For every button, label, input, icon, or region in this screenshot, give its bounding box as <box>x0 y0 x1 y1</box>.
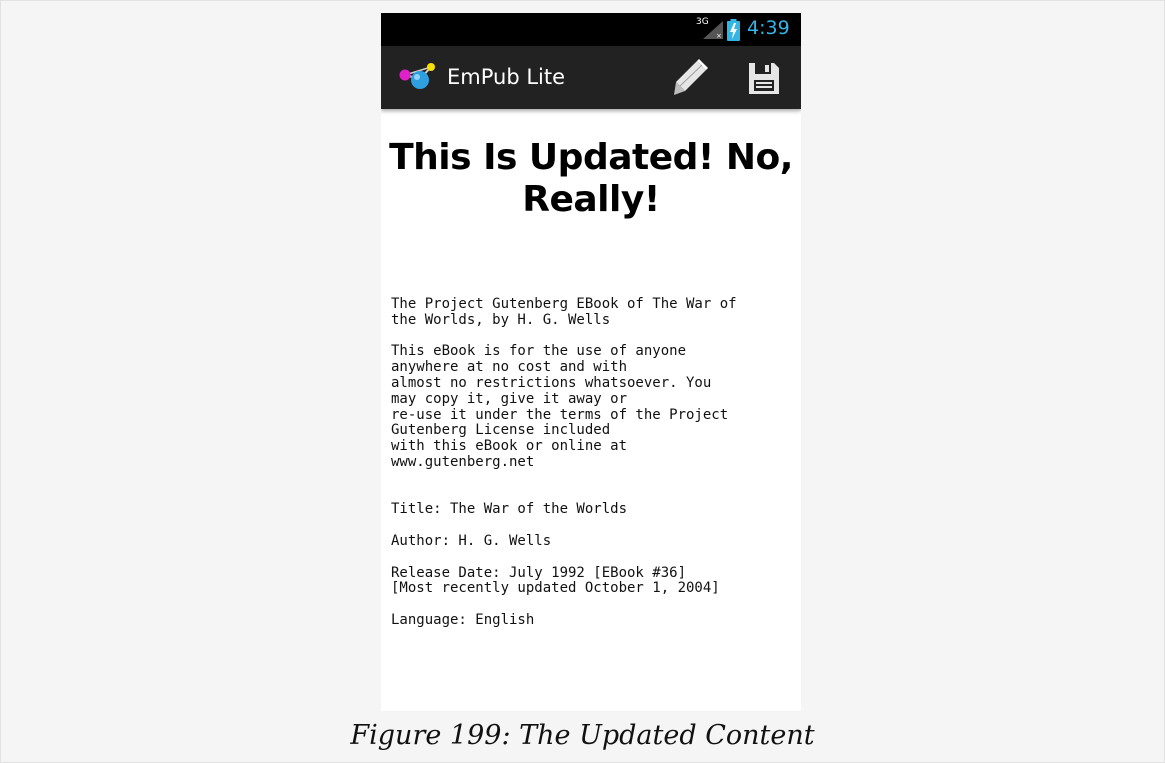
app-logo-icon <box>399 63 435 89</box>
page-title: This Is Updated! No, Really! <box>389 137 793 220</box>
figure-caption: Figure 199: The Updated Content <box>350 720 815 751</box>
clock: 4:39 <box>747 17 790 39</box>
battery-charging-icon <box>727 19 740 41</box>
action-bar: EmPub Lite <box>381 46 801 109</box>
edit-button[interactable] <box>671 58 711 98</box>
svg-text:×: × <box>716 32 722 39</box>
book-text: The Project Gutenberg EBook of The War o… <box>391 296 737 628</box>
save-button[interactable] <box>743 58 783 98</box>
signal-icon: × <box>703 21 723 39</box>
pencil-icon <box>674 59 708 95</box>
phone-screen: 3G × 4:39 EmPub Lite This Is Updated! No… <box>381 13 801 711</box>
floppy-disk-icon <box>749 63 779 94</box>
app-title: EmPub Lite <box>447 65 566 89</box>
status-bar: 3G × 4:39 <box>381 13 801 46</box>
